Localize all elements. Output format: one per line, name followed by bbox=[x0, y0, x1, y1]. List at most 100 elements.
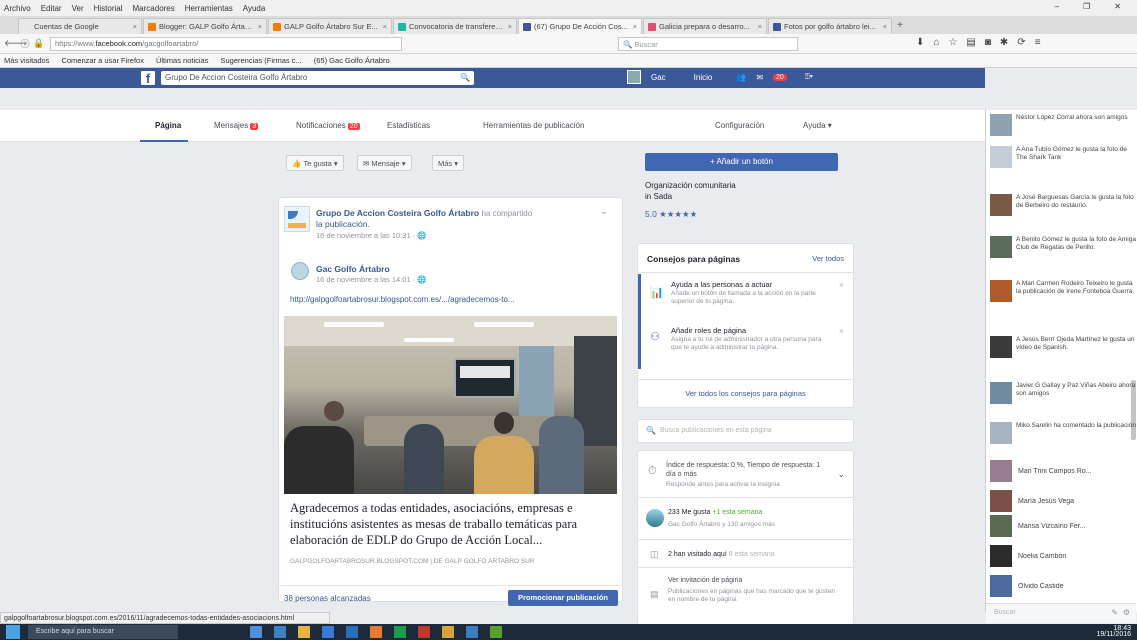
menu-herramientas[interactable]: Herramientas bbox=[185, 4, 233, 13]
compose-icon[interactable]: ✎ bbox=[1111, 608, 1118, 617]
ticker-item[interactable]: Miko Sarelin ha comentado la publicación bbox=[986, 422, 1136, 454]
tips-all-link[interactable]: Ver todos los consejos para páginas bbox=[638, 389, 853, 398]
message-button[interactable]: ✉ Mensaje ▾ bbox=[357, 155, 412, 171]
post-shared-link[interactable]: la publicación. bbox=[316, 219, 370, 229]
tab-notifications[interactable]: Notificaciones 20 bbox=[296, 121, 360, 130]
back-icon[interactable]: 🡐 bbox=[4, 38, 28, 49]
facebook-logo-icon[interactable]: f bbox=[141, 71, 155, 86]
bookmark-most-visited[interactable]: Más visitados bbox=[4, 56, 49, 65]
ticker-item[interactable]: A José Barguesas García le gusta la foto… bbox=[986, 194, 1136, 232]
browser-tab[interactable]: Convocatoria de transferencia...× bbox=[393, 18, 517, 34]
folder-icon[interactable] bbox=[442, 626, 454, 638]
help-icon[interactable]: ⍰▾ bbox=[805, 72, 813, 82]
menu-historial[interactable]: Historial bbox=[94, 4, 123, 13]
new-tab-icon[interactable]: + bbox=[897, 20, 903, 31]
ticker-item[interactable]: A Ana Tubío Gómez le gusta la foto de Th… bbox=[986, 146, 1136, 188]
browser-search-input[interactable]: 🔍 Buscar bbox=[618, 37, 798, 51]
tab-close-icon[interactable]: × bbox=[133, 22, 137, 31]
orig-author-link[interactable]: Gac Golfo Ártabro bbox=[316, 264, 390, 274]
chevron-down-icon[interactable]: ⌄ bbox=[837, 469, 845, 480]
taskbar-search[interactable]: Escribe aquí para buscar bbox=[28, 625, 178, 639]
firefox-icon[interactable] bbox=[370, 626, 382, 638]
bookmark-firefox[interactable]: Comenzar a usar Firefox bbox=[61, 56, 144, 65]
tab-messages[interactable]: Mensajes 3 bbox=[214, 121, 259, 130]
menu-archivo[interactable]: Archivo bbox=[4, 4, 31, 13]
bookmark-suggestions[interactable]: Sugerencias (Firmas c... bbox=[220, 56, 301, 65]
post-author-link[interactable]: Grupo De Accion Costeira Golfo Ártabro bbox=[316, 208, 479, 218]
profile-link[interactable]: Gac bbox=[651, 73, 666, 82]
notifications-badge[interactable]: 20 bbox=[773, 73, 787, 81]
app-icon[interactable] bbox=[490, 626, 502, 638]
menu-ver[interactable]: Ver bbox=[72, 4, 84, 13]
windows-start-icon[interactable] bbox=[6, 625, 20, 639]
menu-editar[interactable]: Editar bbox=[41, 4, 62, 13]
post-photo[interactable] bbox=[284, 316, 617, 494]
ticker-item[interactable]: A Mari Carmen Rodeiro Teixeiro le gusta … bbox=[986, 280, 1136, 332]
tab-settings[interactable]: Configuración bbox=[715, 121, 764, 130]
browser-tab[interactable]: GALP Golfo Ártabro Sur E... × bbox=[268, 18, 392, 34]
edge-icon[interactable] bbox=[274, 626, 286, 638]
org-place[interactable]: in Sada bbox=[645, 191, 736, 202]
star-icon[interactable]: ☆ bbox=[948, 37, 957, 48]
page-posts-search[interactable]: 🔍 Busca publicaciones en esta página bbox=[637, 419, 854, 443]
system-clock[interactable]: 18:43 19/11/2016 bbox=[1096, 625, 1131, 638]
powerpoint-icon[interactable] bbox=[418, 626, 430, 638]
tab-help[interactable]: Ayuda ▾ bbox=[803, 121, 832, 130]
tip1-title[interactable]: Ayuda a las personas a actuar bbox=[671, 280, 831, 289]
like-page-button[interactable]: 👍 Te gusta ▾ bbox=[286, 155, 344, 171]
recommend-title[interactable]: Ver invitación de página bbox=[668, 577, 838, 584]
browser-tab[interactable]: Blogger: GALP Golfo Ártabro × bbox=[143, 18, 267, 34]
tab-close-icon[interactable]: × bbox=[883, 22, 887, 31]
tab-publishing-tools[interactable]: Herramientas de publicación bbox=[483, 121, 584, 130]
friends-icon[interactable]: 👥 bbox=[736, 73, 746, 82]
add-button[interactable]: + Añadir un botón bbox=[645, 153, 838, 171]
chat-contact[interactable]: María Jesús Vega bbox=[986, 490, 1136, 512]
close-icon[interactable]: ✕ bbox=[1114, 2, 1121, 11]
page-avatar[interactable] bbox=[284, 206, 310, 232]
post-link-title[interactable]: Agradecemos a todas entidades, asociació… bbox=[290, 500, 615, 548]
url-bar[interactable]: https://www. facebook.com/gacgolfoartabro… bbox=[50, 36, 402, 51]
home-icon[interactable]: ⌂ bbox=[933, 37, 939, 48]
explorer-icon[interactable] bbox=[298, 626, 310, 638]
minimize-icon[interactable]: – bbox=[1055, 2, 1059, 11]
maximize-icon[interactable]: ❐ bbox=[1083, 2, 1090, 11]
chat-search-bar[interactable]: Buscar ✎ ⚙ bbox=[986, 603, 1136, 623]
tip2-title[interactable]: Añadir roles de página bbox=[671, 326, 831, 335]
gear-icon[interactable]: ⚙ bbox=[1123, 608, 1130, 617]
ticker-item[interactable]: Javier G Gallay y Paz Viñas Abeiro ahora… bbox=[986, 382, 1136, 418]
post-options-icon[interactable]: ⌄ bbox=[600, 206, 608, 217]
tab-close-icon[interactable]: × bbox=[758, 22, 762, 31]
org-type[interactable]: Organización comunitaria bbox=[645, 180, 736, 191]
orig-author-avatar[interactable] bbox=[291, 262, 309, 280]
tab-page[interactable]: Página bbox=[155, 121, 181, 130]
bookmark-news[interactable]: Últimas noticias bbox=[156, 56, 209, 65]
outlook-icon[interactable] bbox=[466, 626, 478, 638]
more-button[interactable]: Más ▾ bbox=[432, 155, 465, 171]
search-icon[interactable]: 🔍 bbox=[460, 71, 470, 85]
tip-dismiss-icon[interactable]: × bbox=[839, 280, 844, 290]
chat-contact[interactable]: Marisa Vizcaíno Fer... bbox=[986, 515, 1136, 537]
excel-icon[interactable] bbox=[394, 626, 406, 638]
clipboard-icon[interactable]: ▤ bbox=[966, 37, 975, 48]
likes-line[interactable]: 233 Me gusta +1 esta semana bbox=[668, 509, 762, 516]
word-icon[interactable] bbox=[346, 626, 358, 638]
ticker-item[interactable]: Néstor López Corral ahora son amigos bbox=[986, 114, 1136, 142]
menu-ayuda[interactable]: Ayuda bbox=[243, 4, 266, 13]
tab-close-icon[interactable]: × bbox=[258, 22, 262, 31]
sync-icon[interactable]: ⟳ bbox=[1017, 37, 1025, 48]
promote-post-button[interactable]: Promocionar publicación bbox=[508, 590, 618, 606]
info-icon[interactable]: ⓘ bbox=[18, 37, 32, 50]
chat-contact[interactable]: Mari Trini Campos Ro... bbox=[986, 460, 1136, 482]
chat-contact[interactable]: Noelia Cambón bbox=[986, 545, 1136, 567]
browser-tab[interactable]: (67) Grupo De Acción Cos... × bbox=[518, 18, 642, 34]
tip-dismiss-icon[interactable]: × bbox=[839, 326, 844, 336]
visits-line[interactable]: 2 han visitado aquí 0 esta semana bbox=[668, 551, 775, 558]
browser-tab[interactable]: Cuentas de Google × bbox=[18, 18, 142, 34]
hamburger-menu-icon[interactable]: ≡ bbox=[1035, 37, 1041, 48]
addon-icon[interactable]: ✱ bbox=[1000, 37, 1008, 48]
browser-tab[interactable]: Fotos por golfo ártabro lei... × bbox=[768, 18, 892, 34]
task-view-icon[interactable] bbox=[250, 626, 262, 638]
download-icon[interactable]: ⬇ bbox=[916, 37, 924, 48]
bookmark-gac[interactable]: (65) Gac Golfo Ártabro bbox=[314, 56, 390, 65]
chat-contact[interactable]: Olvido Castide bbox=[986, 575, 1136, 597]
